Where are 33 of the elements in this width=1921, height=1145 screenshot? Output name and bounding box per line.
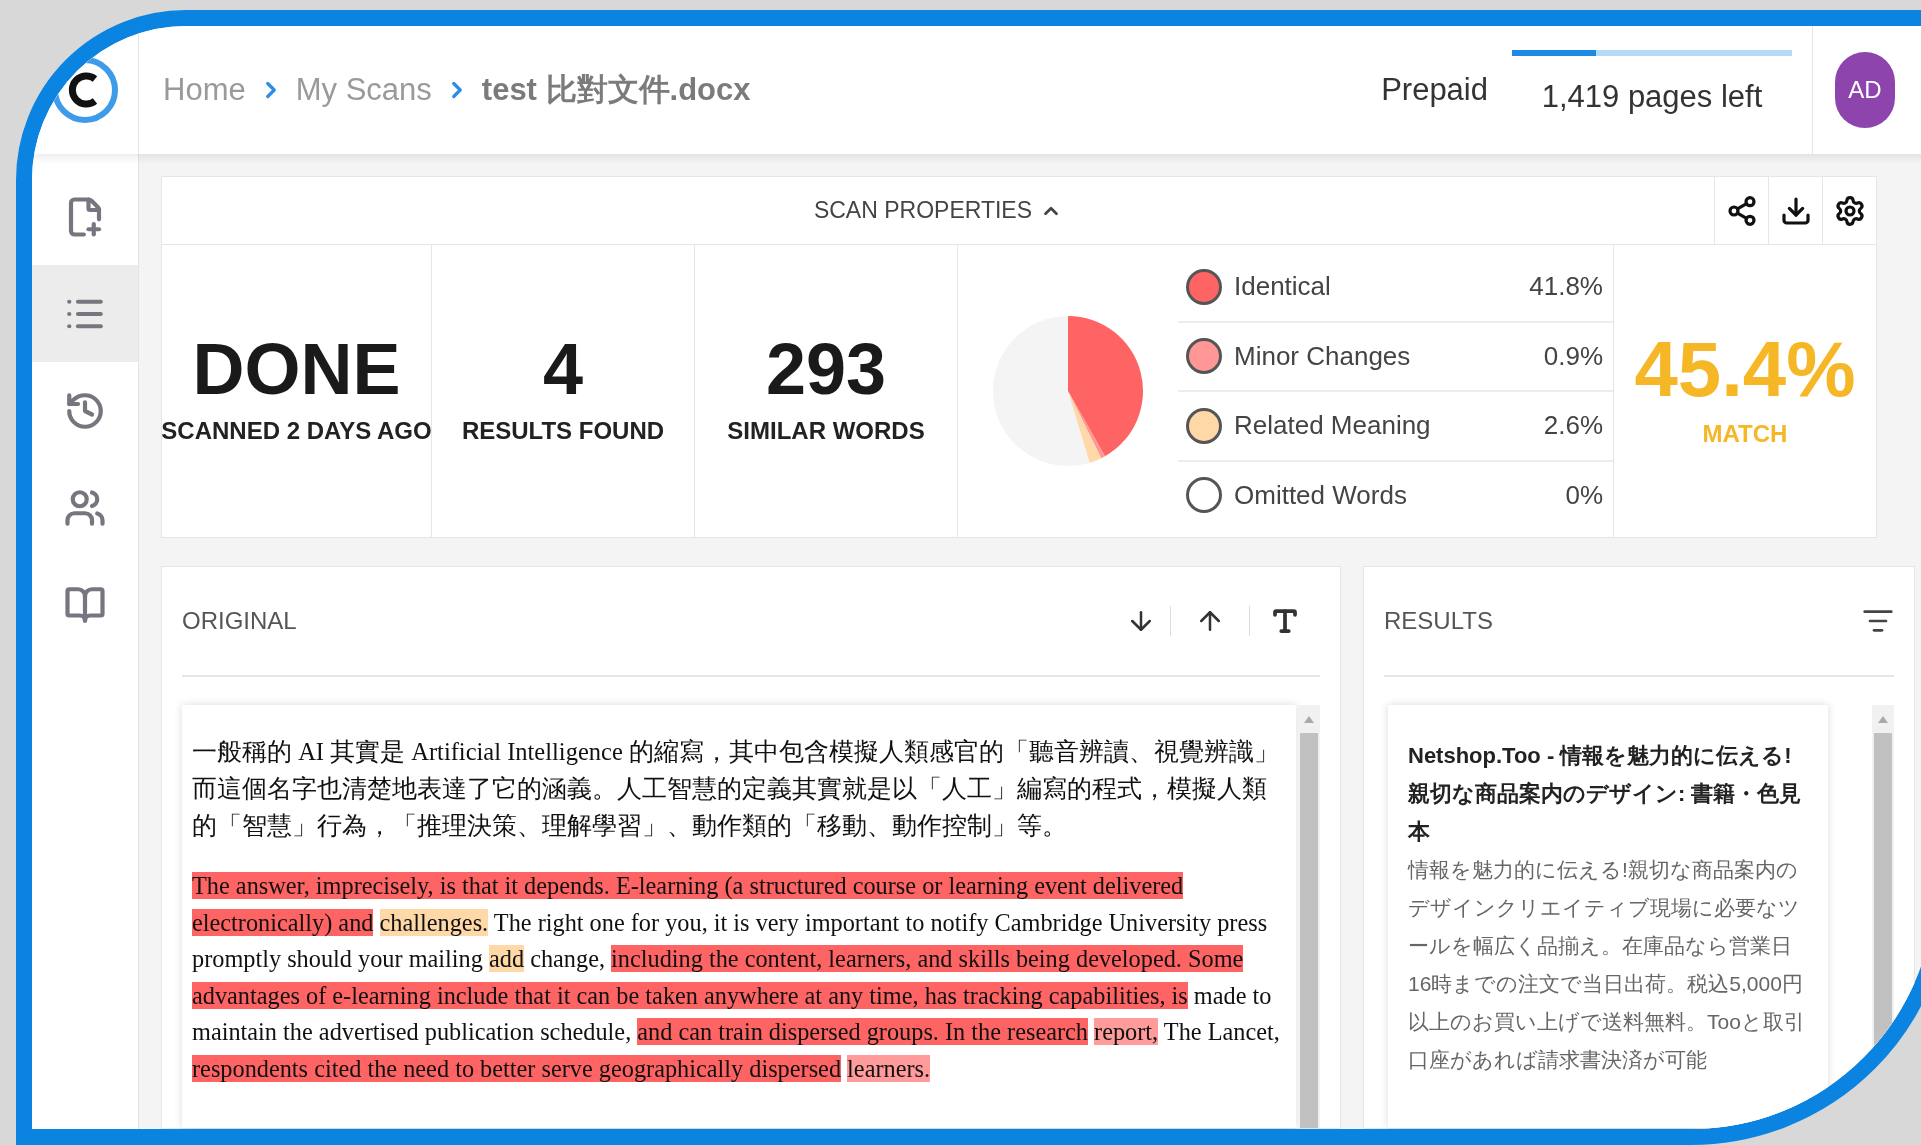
panel-title: ORIGINAL bbox=[182, 606, 297, 636]
avatar[interactable]: AD bbox=[1835, 52, 1895, 128]
stat-label: RESULTS FOUND bbox=[461, 416, 665, 446]
match-percentage: 45.4% bbox=[1634, 330, 1856, 408]
legend-label: Omitted Words bbox=[1234, 478, 1407, 512]
legend-percent: 41.8% bbox=[1529, 270, 1603, 304]
legend-label: Identical bbox=[1234, 270, 1331, 304]
breadcrumb-link[interactable]: test 比對文件.docx bbox=[481, 66, 751, 114]
legend-percent: 2.6% bbox=[1543, 409, 1603, 443]
stat-value: 293 bbox=[765, 333, 887, 405]
scan-properties-toggle[interactable]: SCAN PROPERTIES bbox=[813, 193, 1063, 228]
pages-left: 1,419 pages left bbox=[1541, 77, 1763, 116]
sidebar-item[interactable] bbox=[32, 265, 138, 362]
settings-icon bbox=[1833, 194, 1866, 227]
scrollbar[interactable] bbox=[1298, 705, 1320, 1128]
stat-label: SCANNED 2 DAYS AGO bbox=[161, 416, 432, 446]
match-label: MATCH bbox=[1702, 419, 1788, 449]
text-icon bbox=[1270, 606, 1300, 636]
stat-value: DONE bbox=[192, 333, 401, 405]
legend-label: Minor Changes bbox=[1234, 339, 1411, 373]
result-description: 情報を魅力的に伝える!親切な商品案内のデザインクリエイティブ現場に必要なツールを幅広く品揃え。在庫品なら営業日16時までの注文で当日出荷。税込5,000円以上のお買い上げで送料無料。Tooと取引口座があれば請求書決済が可能 bbox=[1408, 857, 1806, 1073]
matched-paragraph: The answer, imprecisely, is that it depends. E-learning (a structured course or learning event delivered electronically) and challenges. The right one for you, it is very important to notify Cambridge University press promptly should your mailing add change, including the content, learners, and skills being developed. Some advantages of e-learning include that it can be taken anywhere at any time, has tracking capabilities, is made to maintain the advertised publication schedule, and can train dispersed groups. In the research report, The Lancet, respondents cited the need to better serve geographically dispersed learners. bbox=[192, 871, 1281, 1084]
result-title: Netshop.Too - 情報を魅力的に伝える!親切な商品案内のデザイン: 書籍・色見本 bbox=[1408, 742, 1803, 846]
legend-label: Related Meaning bbox=[1234, 409, 1431, 443]
legend-percent: 0% bbox=[1565, 478, 1603, 512]
stat-label: SIMILAR WORDS bbox=[727, 416, 925, 446]
chinese-paragraph: 一般稱的 AI 其實是 Artificial Intelligence 的縮寫，其中包含模擬人類感官的「聽音辨讀、視覺辨識」而這個名字也清楚地表達了它的涵義。人工智慧的定義其實就是以「人工」編寫的程式，模擬人類的「智慧」行為，「推理決策、理解學習」、動作類的「移動、動作控制」等。 bbox=[192, 737, 1280, 841]
legend-percent: 0.9% bbox=[1543, 339, 1603, 373]
stat-value: 4 bbox=[542, 333, 583, 405]
share-icon bbox=[1725, 194, 1758, 227]
plan-label: Prepaid bbox=[1381, 70, 1488, 109]
panel-title: RESULTS bbox=[1384, 606, 1493, 636]
result-card[interactable]: Netshop.Too - 情報を魅力的に伝える!親切な商品案内のデザイン: 書籍・色見本 情報を魅力的に伝える!親切な商品案内のデザインクリエイティブ現場に必要なツールを幅広く品揃え。在庫品なら営業日16時までの注文で当日出荷。税込5,000円以上のお買い上げで送料無料。Tooと取引口座があれば請求書決済が可能 bbox=[1388, 705, 1828, 1128]
